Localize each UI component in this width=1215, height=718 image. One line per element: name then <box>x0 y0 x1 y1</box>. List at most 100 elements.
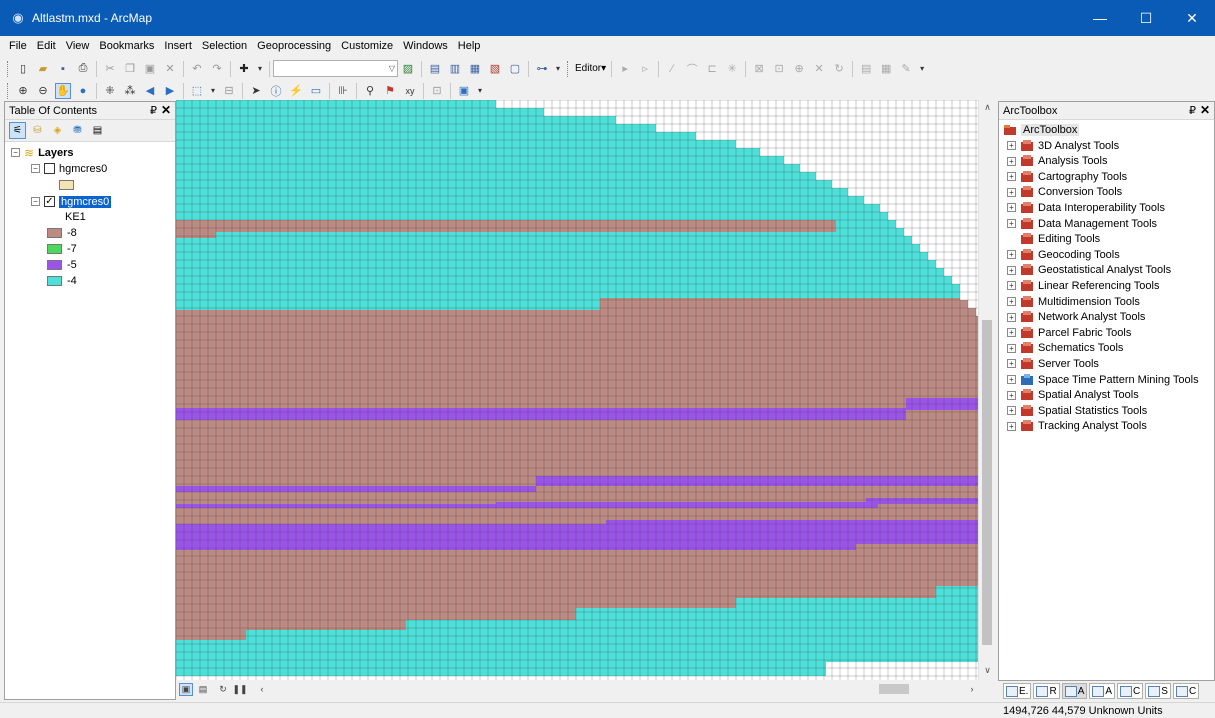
find-binoculars-icon[interactable]: ⚲ <box>362 83 378 99</box>
map-vertical-scrollbar[interactable]: ∧ ∨ <box>978 100 995 680</box>
expand-icon[interactable]: + <box>1007 172 1016 182</box>
toolbox-item[interactable]: +Editing Tools <box>1007 232 1100 247</box>
model-builder-icon[interactable]: ⊶ <box>534 61 550 77</box>
clear-selection-icon[interactable]: ⊟ <box>221 83 237 99</box>
undo-icon[interactable]: ↶ <box>189 61 205 77</box>
time-slider-icon[interactable]: ⊡ <box>429 83 445 99</box>
raster-layer[interactable] <box>176 100 978 680</box>
layer-visibility-checkbox[interactable] <box>44 163 55 174</box>
expand-icon[interactable]: + <box>1007 141 1016 150</box>
measure-icon[interactable]: ⊪ <box>335 83 351 99</box>
rotate-icon[interactable]: ↻ <box>831 61 847 77</box>
print-icon[interactable]: ⎙ <box>75 61 91 77</box>
menu-geoprocessing[interactable]: Geoprocessing <box>252 40 336 52</box>
scroll-down-icon[interactable]: ∨ <box>979 665 996 679</box>
find-route-icon[interactable]: ⚑ <box>382 83 398 99</box>
collapse-icon[interactable]: − <box>31 197 40 206</box>
dock-tab[interactable]: R <box>1033 683 1060 699</box>
expand-icon[interactable]: + <box>1007 265 1016 275</box>
expand-icon[interactable]: + <box>1007 421 1016 431</box>
toolbox-item-label[interactable]: Analysis Tools <box>1038 155 1108 167</box>
html-popup-icon[interactable]: ▭ <box>308 83 324 99</box>
menu-windows[interactable]: Windows <box>398 40 453 52</box>
identify-icon[interactable]: ⓘ <box>268 83 284 99</box>
toolbox-item-label[interactable]: Multidimension Tools <box>1038 296 1140 308</box>
toc-close-icon[interactable]: ✕ <box>161 103 171 117</box>
toolbox-item-label[interactable]: Parcel Fabric Tools <box>1038 327 1131 339</box>
expand-icon[interactable]: + <box>1007 281 1016 291</box>
close-button[interactable]: ✕ <box>1169 0 1215 36</box>
list-by-drawing-order-icon[interactable]: ⚟ <box>9 122 26 139</box>
toolbar-grip[interactable] <box>7 60 10 77</box>
scroll-right-icon[interactable]: › <box>965 683 979 696</box>
scroll-up-icon[interactable]: ∧ <box>979 102 996 116</box>
dock-tab[interactable]: E. <box>1003 683 1032 699</box>
layout-view-icon[interactable]: ▤ <box>196 683 210 696</box>
layers-root[interactable]: − ≋ Layers <box>11 145 74 160</box>
layer-visibility-checkbox[interactable]: ✓ <box>44 196 55 207</box>
add-data-icon[interactable]: ✚ <box>236 61 252 77</box>
dock-tab[interactable]: S <box>1145 683 1171 699</box>
menu-bookmarks[interactable]: Bookmarks <box>94 40 159 52</box>
delete-icon[interactable]: ✕ <box>162 61 178 77</box>
toolbox-item[interactable]: + Data Interoperability Tools <box>1007 200 1165 215</box>
data-view-icon[interactable]: ▣ <box>179 682 193 696</box>
expand-icon[interactable]: + <box>1007 390 1016 400</box>
full-extent-icon[interactable]: ● <box>75 83 91 99</box>
reshape-icon[interactable]: ⊡ <box>771 61 787 77</box>
expand-icon[interactable]: + <box>1007 203 1016 213</box>
menu-insert[interactable]: Insert <box>159 40 197 52</box>
expand-icon[interactable]: + <box>1007 297 1016 306</box>
back-extent-icon[interactable]: ◀ <box>142 83 158 99</box>
expand-icon[interactable]: + <box>1007 359 1016 369</box>
open-folder-icon[interactable]: ▰ <box>35 61 51 77</box>
toolbox-item-label[interactable]: Conversion Tools <box>1038 186 1122 198</box>
collapse-icon[interactable]: − <box>31 164 40 173</box>
collapse-icon[interactable]: − <box>11 148 20 157</box>
straight-segment-icon[interactable]: ∕ <box>664 61 680 77</box>
expand-icon[interactable]: + <box>1007 343 1016 353</box>
expand-icon[interactable]: + <box>1007 156 1016 166</box>
catalog-window-icon[interactable]: ▥ <box>447 61 463 77</box>
toolbox-item-label[interactable]: Data Management Tools <box>1038 218 1157 230</box>
scroll-left-icon[interactable]: ‹ <box>255 683 269 696</box>
toolbox-item[interactable]: + Parcel Fabric Tools <box>1007 325 1131 340</box>
copy-icon[interactable]: ❐ <box>122 61 138 77</box>
toolbox-item[interactable]: + Analysis Tools <box>1007 154 1108 169</box>
toolbox-item[interactable]: + Conversion Tools <box>1007 185 1122 200</box>
pan-hand-icon[interactable]: ✋ <box>55 82 71 99</box>
list-by-visibility-icon[interactable]: ◈ <box>49 122 66 139</box>
toolbox-item[interactable]: + Server Tools <box>1007 356 1099 371</box>
menu-help[interactable]: Help <box>453 40 486 52</box>
pause-drawing-icon[interactable]: ❚❚ <box>232 683 247 696</box>
menu-customize[interactable]: Customize <box>336 40 398 52</box>
layer-row-2[interactable]: − ✓ hgmcres0 <box>31 194 112 209</box>
go-to-xy-icon[interactable]: xy <box>402 83 418 99</box>
paste-icon[interactable]: ▣ <box>142 61 158 77</box>
map-view[interactable] <box>176 100 978 680</box>
end-point-arc-icon[interactable]: ⌒ <box>684 61 700 77</box>
toolbox-item[interactable]: + Geostatistical Analyst Tools <box>1007 263 1171 278</box>
toolbox-item[interactable]: + Schematics Tools <box>1007 341 1123 356</box>
arctoolbox-root[interactable]: ArcToolbox <box>1003 122 1080 137</box>
zoom-in-icon[interactable]: ⊕ <box>15 83 31 99</box>
toolbox-item[interactable]: + Data Management Tools <box>1007 216 1157 231</box>
expand-icon[interactable]: + <box>1007 312 1016 322</box>
cut-polygons-icon[interactable]: ⊕ <box>791 61 807 77</box>
toolbox-item[interactable]: + Linear Referencing Tools <box>1007 278 1159 293</box>
dock-tab[interactable]: C <box>1172 683 1200 699</box>
save-icon[interactable]: ▪ <box>55 61 71 77</box>
toolbox-item[interactable]: + Spatial Statistics Tools <box>1007 403 1147 418</box>
select-features-icon[interactable]: ⬚ <box>189 83 205 99</box>
search-window-icon[interactable]: ▦ <box>467 61 483 77</box>
toolbox-item[interactable]: +3D Analyst Tools <box>1007 138 1119 153</box>
toolbox-item[interactable]: + Space Time Pattern Mining Tools <box>1007 372 1199 387</box>
expand-icon[interactable]: + <box>1007 328 1016 338</box>
pin-icon[interactable]: ₽ <box>150 104 157 117</box>
toolbox-item-label[interactable]: Spatial Statistics Tools <box>1038 405 1147 417</box>
layer-name[interactable]: hgmcres0 <box>59 195 112 208</box>
dock-tab[interactable]: A <box>1061 683 1088 699</box>
toolbox-item-label[interactable]: Data Interoperability Tools <box>1038 202 1165 214</box>
expand-icon[interactable]: + <box>1007 219 1016 228</box>
toolbox-item-label[interactable]: Tracking Analyst Tools <box>1038 420 1147 432</box>
